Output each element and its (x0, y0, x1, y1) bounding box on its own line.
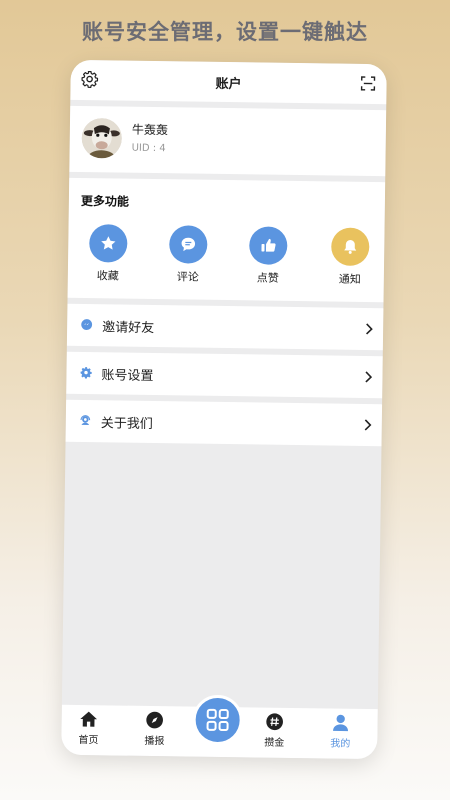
features-title: 更多功能 (80, 193, 130, 209)
comment-icon (181, 237, 196, 252)
compass-icon (146, 711, 163, 729)
tab-save-gold[interactable]: 攒金 (249, 711, 300, 749)
feature-notifications[interactable]: 通知 (320, 227, 381, 287)
top-bar: 账户 (70, 59, 387, 105)
feature-comments[interactable]: 评论 (158, 225, 219, 285)
more-features-panel: 更多功能 收藏 评论 点赞 通知 (67, 177, 386, 303)
scan-icon[interactable] (359, 75, 376, 92)
feature-label: 点赞 (256, 271, 279, 285)
star-icon (101, 236, 116, 250)
feature-label: 收藏 (96, 269, 119, 283)
hash-icon (266, 713, 283, 731)
bell-icon (344, 239, 357, 254)
tab-home[interactable]: 首页 (63, 709, 114, 747)
bottom-tab-bar: 首页 播报 攒金 我的 (61, 694, 378, 760)
thumbs-up-icon (261, 238, 276, 252)
feature-likes[interactable]: 点赞 (238, 226, 299, 286)
user-icon (333, 714, 349, 732)
feature-label: 评论 (176, 270, 199, 284)
phone-frame: 账户 牛轰轰 UID : 4 更多功能 收藏 评论 点赞 通知 邀请好友 账号设… (61, 59, 387, 760)
promo-headline: 账号安全管理，设置一键触达 (82, 20, 368, 44)
profile-uid: UID : 4 (131, 142, 166, 155)
tab-label: 播报 (144, 735, 165, 748)
profile-name: 牛轰轰 (131, 122, 169, 138)
menu-label: 账号设置 (101, 368, 154, 385)
chevron-right-icon (365, 371, 373, 383)
feature-favorites[interactable]: 收藏 (78, 224, 139, 284)
support-icon (80, 415, 91, 425)
avatar[interactable] (81, 117, 123, 159)
chevron-right-icon (366, 323, 373, 335)
tab-label: 攒金 (264, 737, 285, 749)
tab-label: 首页 (78, 734, 99, 747)
chevron-right-icon (364, 419, 372, 431)
menu-label: 关于我们 (100, 416, 153, 433)
center-action-button[interactable] (192, 694, 244, 746)
menu-item-about-us[interactable]: 关于我们 (65, 399, 383, 447)
message-icon (81, 319, 93, 330)
grid-icon (206, 708, 229, 732)
home-icon (80, 711, 97, 727)
tab-mine[interactable]: 我的 (315, 712, 366, 750)
menu-label: 邀请好友 (102, 320, 155, 337)
profile-card[interactable]: 牛轰轰 UID : 4 (69, 105, 387, 177)
tab-label: 我的 (330, 738, 351, 750)
settings-icon (80, 367, 92, 379)
feature-label: 通知 (338, 272, 361, 286)
menu-item-account-settings[interactable]: 账号设置 (66, 351, 383, 399)
page-title: 账户 (215, 76, 242, 93)
tab-broadcast[interactable]: 播报 (129, 710, 180, 748)
menu-item-invite-friends[interactable]: 邀请好友 (66, 303, 384, 351)
